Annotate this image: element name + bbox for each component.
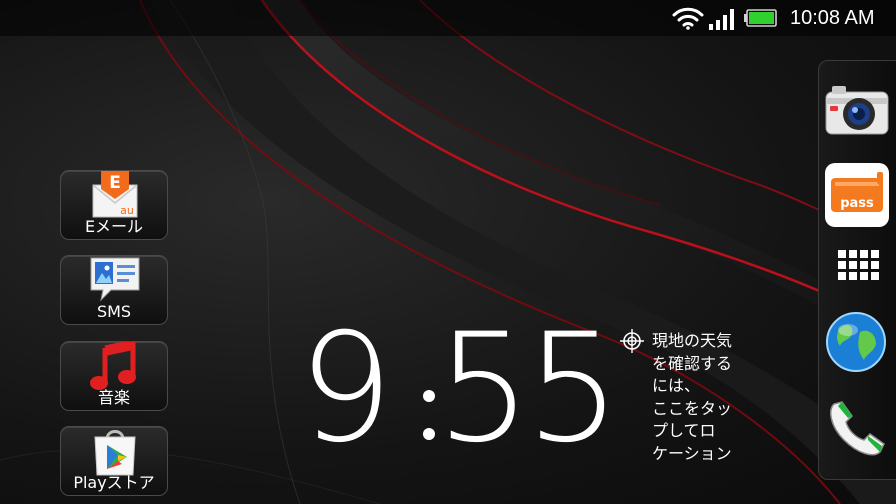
play-store-label: Playストア [73, 473, 155, 492]
weather-prompt-line: を確認する [652, 353, 733, 373]
location-target-icon[interactable] [620, 329, 644, 353]
wifi-icon [672, 7, 704, 30]
pass-icon[interactable]: pass [824, 162, 890, 228]
globe-icon[interactable] [824, 310, 890, 376]
email-label: Eメール [84, 217, 144, 236]
battery-full-icon [744, 9, 777, 27]
email-icon-letter: E [109, 173, 121, 193]
play-store-shortcut[interactable]: Playストア [60, 426, 168, 496]
music-label: 音楽 [97, 388, 130, 407]
home-screen: 10:08 AM E au Eメール SMS 音楽 Playストア 9 55 現… [0, 0, 896, 504]
sms-label: SMS [96, 302, 132, 321]
music-icon [90, 342, 136, 390]
email-shortcut[interactable]: E au Eメール [60, 170, 168, 240]
clock-colon-dot [423, 428, 435, 440]
app-grid-icon[interactable] [824, 238, 890, 304]
clock-colon-dot [423, 390, 435, 402]
clock-hours[interactable]: 9 [298, 304, 393, 474]
weather-prompt-line: ここをタッ [652, 398, 733, 418]
play-store-icon [94, 430, 136, 476]
status-bar[interactable]: 10:08 AM [0, 0, 896, 36]
weather-prompt-line: プしてロ [652, 421, 716, 440]
sms-shortcut[interactable]: SMS [60, 255, 168, 325]
weather-prompt-line: 現地の天気 [652, 331, 733, 350]
sms-icon [90, 257, 140, 302]
pass-icon-label: pass [840, 196, 874, 211]
camera-icon[interactable] [824, 78, 890, 144]
weather-location-prompt[interactable]: 現地の天気 を確認する には、 ここをタッ プしてロ ケーション [652, 330, 762, 465]
weather-prompt-line: ケーション [652, 443, 732, 463]
email-icon: E au [92, 171, 138, 218]
clock-minutes[interactable]: 55 [436, 304, 621, 474]
music-shortcut[interactable]: 音楽 [60, 341, 168, 411]
au-badge: au [120, 204, 134, 217]
phone-icon[interactable] [824, 396, 890, 462]
status-time: 10:08 AM [790, 7, 875, 29]
weather-prompt-line: には、 [652, 376, 701, 395]
signal-bars-icon [709, 9, 734, 30]
